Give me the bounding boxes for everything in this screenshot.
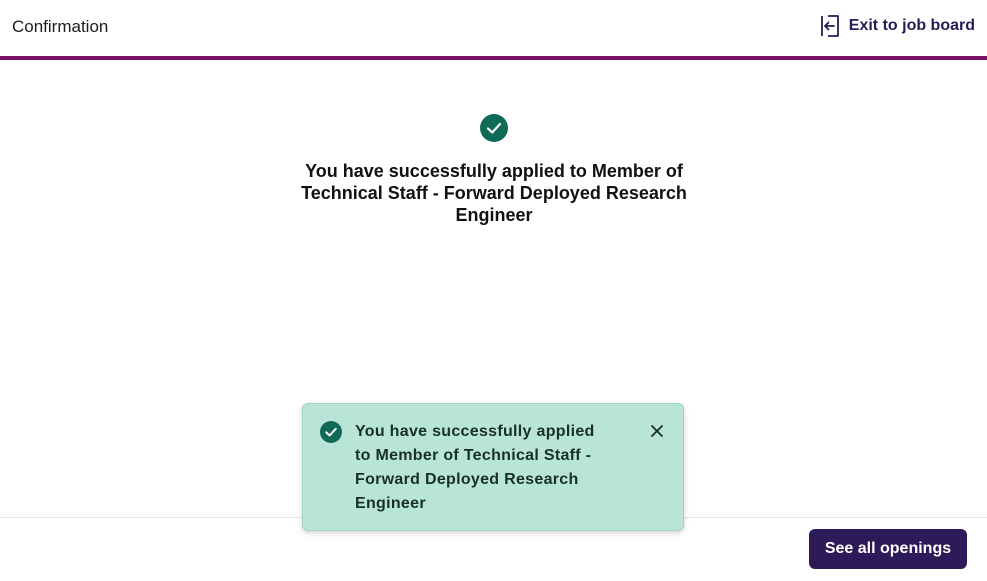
header-divider <box>0 56 987 60</box>
see-all-openings-button[interactable]: See all openings <box>809 529 967 569</box>
toast-close-button[interactable] <box>647 423 667 443</box>
exit-icon <box>819 14 841 38</box>
toast-message: You have successfully applied to Member … <box>355 423 595 512</box>
success-toast: You have successfully applied to Member … <box>302 403 684 531</box>
close-icon <box>650 424 664 443</box>
page-header: Confirmation Exit to job board <box>0 0 987 56</box>
check-circle-icon <box>480 114 508 142</box>
exit-link-label: Exit to job board <box>848 17 975 34</box>
check-circle-icon <box>320 421 342 443</box>
exit-to-job-board-link[interactable]: Exit to job board <box>819 14 975 38</box>
page-title: Confirmation <box>12 17 109 36</box>
confirmation-page: Confirmation Exit to job board You have … <box>0 0 987 581</box>
confirmation-heading: You have successfully applied to Member … <box>301 161 687 225</box>
